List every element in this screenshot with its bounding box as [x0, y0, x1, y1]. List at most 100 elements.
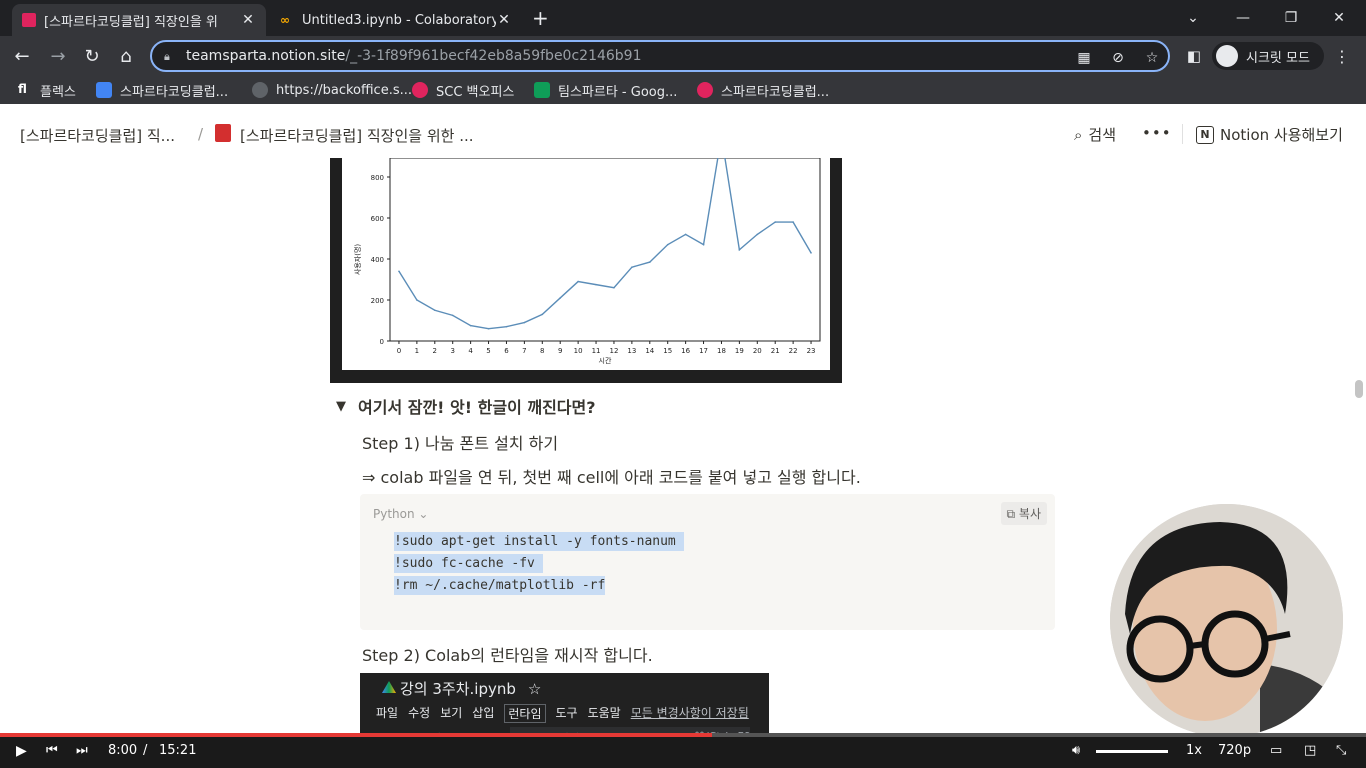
more-options-icon[interactable]: ••• — [1142, 124, 1172, 142]
close-tab-icon[interactable]: ✕ — [240, 12, 256, 28]
line-chart: 02004006008000 1 2 3 4 5 6 7 8 9 10 11 12 13 14 15 16 17 1… — [353, 135, 821, 365]
x-tick-label: 20 — [753, 347, 762, 355]
breadcrumb-current[interactable]: [스파르타코딩클럽] 직장인을 위한 ... — [240, 125, 474, 146]
chart-axes: 02004006008000 1 2 3 4 5 6 7 8 9 10 11 12 13 14 15 16 17 1… — [353, 157, 821, 365]
play-icon[interactable]: ▶ — [16, 743, 27, 759]
notion-logo-icon: N — [1196, 125, 1214, 144]
x-tick-label: 6 — [504, 347, 509, 355]
qr-icon[interactable]: ▦ — [1074, 48, 1094, 68]
x-tick-label: 23 — [807, 347, 816, 355]
bookmark-item[interactable]: fl 플렉스 — [18, 80, 76, 100]
tab-colab[interactable]: ∞ Untitled3.ipynb - Colaboratory ✕ — [270, 4, 522, 36]
side-panel-icon[interactable]: ◧ — [1180, 42, 1208, 70]
data-point — [666, 243, 669, 246]
x-tick-label: 8 — [540, 347, 544, 355]
volume-icon[interactable]: 🔊︎ — [1072, 743, 1080, 758]
plot-frame — [389, 157, 821, 342]
data-point — [541, 313, 544, 316]
bookmark-label: SCC 백오피스 — [436, 84, 515, 100]
notion-book-icon — [22, 13, 36, 27]
x-tick-label: 15 — [663, 347, 672, 355]
close-window-button[interactable]: ✕ — [1316, 0, 1362, 36]
colab-menu-item: 수정 — [408, 706, 431, 720]
new-tab-button[interactable]: + — [532, 6, 554, 30]
quality-button[interactable]: 720p — [1218, 743, 1251, 758]
y-axis-label: 사용자(명) — [353, 244, 362, 275]
browser-toolbar: ← → ↻ ⌂ 🔒︎ teamsparta.notion.site /_-3-1… — [0, 36, 1366, 76]
bookmark-label: 플렉스 — [40, 84, 76, 100]
calendar-icon — [96, 82, 112, 98]
volume-slider[interactable] — [1096, 750, 1168, 753]
captions-icon[interactable]: ▭ — [1270, 743, 1282, 758]
copy-button[interactable]: ⧉ 복사 — [1000, 502, 1047, 525]
search-icon: ⌕ — [1074, 125, 1083, 144]
code-block: Python ⌄ ⧉ 복사 !sudo apt-get install -y f… — [360, 494, 1055, 630]
time-separator: / — [143, 743, 148, 758]
data-point — [398, 270, 400, 273]
x-tick-label: 12 — [609, 347, 618, 355]
incognito-profile-button[interactable]: 시크릿 모드 — [1212, 42, 1324, 70]
pip-icon[interactable]: ◳ — [1304, 743, 1316, 758]
data-point — [702, 243, 705, 246]
eye-off-icon[interactable]: ⊘ — [1108, 48, 1128, 68]
previous-icon[interactable]: ⏮ — [46, 743, 58, 758]
x-tick-label: 21 — [771, 347, 780, 355]
close-tab-icon[interactable]: ✕ — [496, 12, 512, 28]
restore-button[interactable]: ❐ — [1268, 0, 1314, 36]
address-bar[interactable]: 🔒︎ teamsparta.notion.site /_-3-1f89f961b… — [150, 40, 1170, 72]
toggle-title: 여기서 잠깐! 앗! 한글이 깨진다면? — [358, 398, 596, 417]
reload-button[interactable]: ↻ — [78, 42, 106, 70]
copy-label: 복사 — [1018, 507, 1041, 521]
home-button[interactable]: ⌂ — [112, 42, 140, 70]
x-tick-label: 17 — [699, 347, 708, 355]
x-tick-label: 3 — [450, 347, 454, 355]
data-point — [756, 233, 759, 236]
exit-fullscreen-icon[interactable]: ⤡ — [1336, 743, 1346, 758]
bookmark-item[interactable]: https://backoffice.s... — [252, 80, 412, 100]
url-host: teamsparta.notion.site — [186, 48, 346, 64]
incognito-icon — [1216, 45, 1238, 67]
more-menu-icon[interactable]: ⋮ — [1328, 42, 1356, 70]
heart-icon — [412, 82, 428, 98]
page-scrollbar[interactable] — [1355, 380, 1363, 398]
bookmark-star-icon[interactable]: ☆ — [1142, 48, 1162, 68]
lock-icon: 🔒︎ — [164, 50, 170, 63]
data-point — [469, 324, 472, 327]
data-point — [559, 297, 562, 299]
breadcrumb-separator: / — [198, 125, 204, 143]
data-point — [595, 283, 597, 286]
heart-icon — [697, 82, 713, 98]
bookmark-item[interactable]: 스파르타코딩클럽... — [697, 80, 829, 100]
data-point — [648, 261, 651, 263]
star-icon: ☆ — [527, 679, 542, 698]
x-tick-label: 13 — [627, 347, 636, 355]
code-language-select[interactable]: Python ⌄ — [373, 507, 428, 521]
forward-button[interactable]: → — [44, 42, 72, 70]
y-tick-label: 800 — [371, 174, 384, 182]
video-progress-bar[interactable] — [0, 733, 1366, 737]
tab-search-icon[interactable]: ⌄ — [1170, 0, 1216, 36]
data-point — [774, 221, 777, 223]
bookmark-item[interactable]: SCC 백오피스 — [412, 80, 514, 100]
data-point — [792, 221, 794, 223]
data-point — [684, 233, 687, 236]
next-icon[interactable]: ⏭ — [76, 743, 88, 758]
bookmark-item[interactable]: 팀스파르타 - Goog... — [534, 80, 677, 100]
y-tick-label: 600 — [371, 215, 384, 223]
colab-menu-item: 삽입 — [472, 706, 495, 720]
toggle-triangle-icon[interactable]: ▼ — [336, 399, 346, 414]
minimize-button[interactable]: — — [1220, 0, 1266, 36]
try-notion-button[interactable]: N Notion 사용해보기 — [1196, 124, 1343, 145]
chart-marks — [398, 135, 812, 330]
toggle-block[interactable]: ▼ 여기서 잠깐! 앗! 한글이 깨진다면? — [336, 394, 596, 418]
current-time: 8:00 — [108, 743, 138, 758]
colab-title: 강의 3주차.ipynb ☆ — [400, 678, 541, 699]
back-button[interactable]: ← — [8, 42, 36, 70]
speed-button[interactable]: 1x — [1186, 743, 1202, 758]
step1-description: ⇒ colab 파일을 연 뒤, 첫번 째 cell에 아래 코드를 붙여 넣고… — [362, 468, 861, 487]
bookmark-item[interactable]: 스파르타코딩클럽... — [96, 80, 228, 100]
colab-title-text: 강의 3주차.ipynb — [400, 680, 516, 698]
breadcrumb-parent[interactable]: [스파르타코딩클럽] 직... — [20, 125, 175, 146]
search-button[interactable]: ⌕ 검색 — [1074, 124, 1116, 145]
tab-notion[interactable]: [스파르타코딩클럽] 직장인을 위 ✕ — [12, 4, 266, 36]
